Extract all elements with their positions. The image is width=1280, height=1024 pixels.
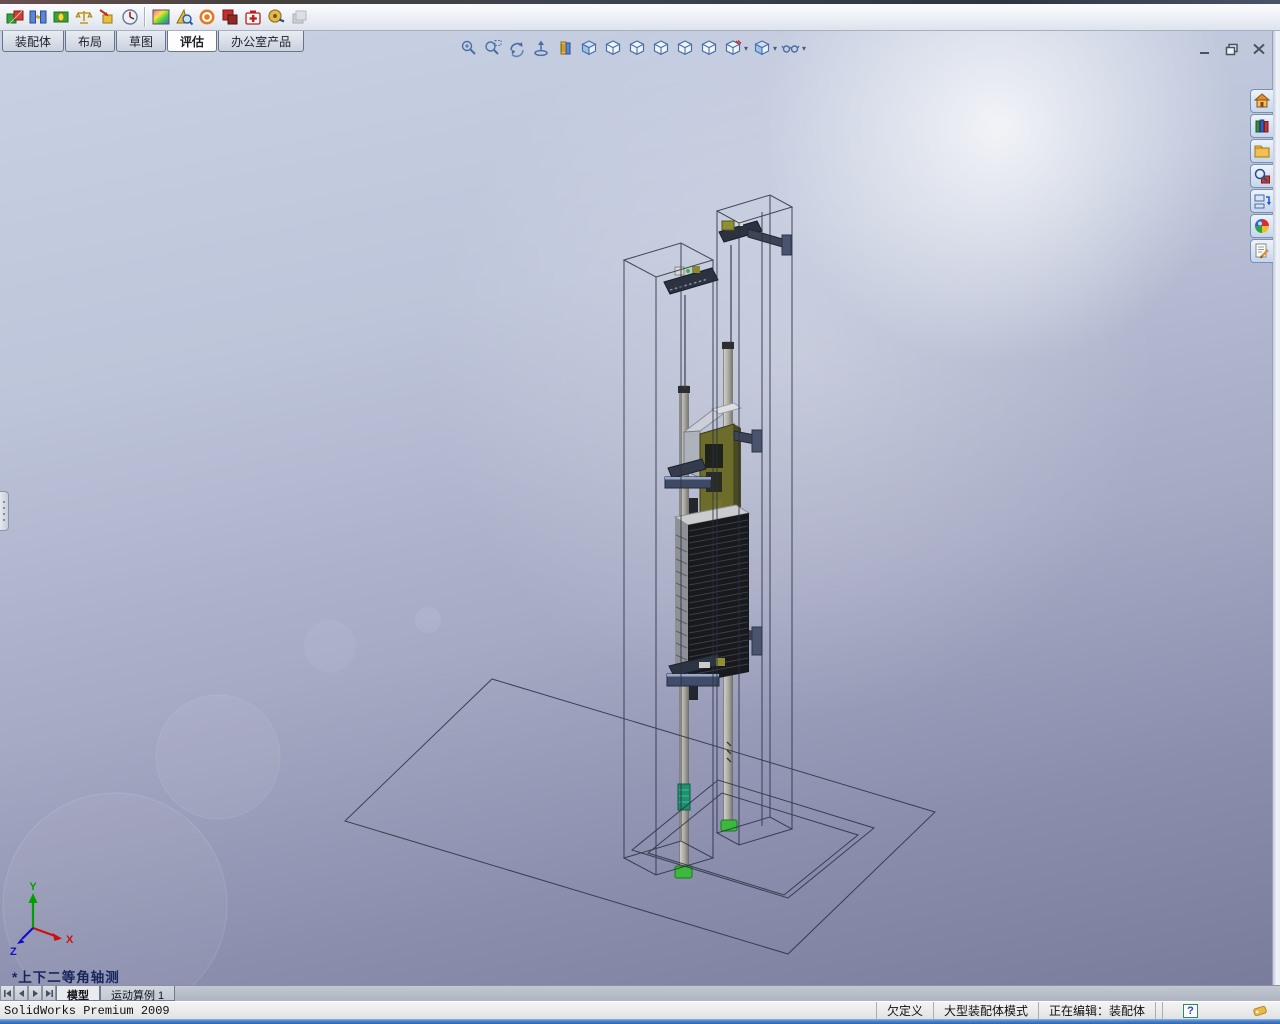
next-tab-button[interactable] <box>28 986 42 1001</box>
note-tag-icon[interactable] <box>1250 1004 1270 1018</box>
zebra-stripes-icon[interactable] <box>195 6 218 29</box>
toolbar-separator <box>144 7 146 27</box>
restore-button[interactable] <box>1223 41 1241 56</box>
zoom-to-area-icon[interactable] <box>482 37 504 59</box>
curvature-icon[interactable] <box>149 6 172 29</box>
lens-flare <box>2 607 441 985</box>
tab-layout[interactable]: 布局 <box>65 31 116 52</box>
previous-view-icon[interactable] <box>506 37 528 59</box>
mass-properties-icon[interactable] <box>95 6 118 29</box>
status-separator <box>1162 1002 1169 1019</box>
status-editing-context: 正在编辑：装配体 <box>1037 1002 1155 1019</box>
tab-assembly[interactable]: 装配体 <box>2 31 65 52</box>
view-palette-icon[interactable] <box>1250 189 1273 213</box>
back-view-icon[interactable] <box>626 37 648 59</box>
simulationxpress-icon[interactable] <box>241 6 264 29</box>
draft-analysis-icon[interactable] <box>172 6 195 29</box>
close-button[interactable] <box>1250 41 1268 56</box>
heads-up-view-toolbar: ▾ ▾ ▾ <box>458 37 807 59</box>
custom-properties-icon[interactable] <box>1250 239 1273 263</box>
search-icon[interactable] <box>1250 164 1273 188</box>
model-scene[interactable]: Y X Z *上下二等角轴测 <box>0 31 1280 985</box>
app-version-text: SolidWorks Premium 2009 <box>4 1003 170 1018</box>
document-tab-strip: 模型 运动算例 1 <box>0 985 1280 1002</box>
isometric-view-icon[interactable] <box>578 37 600 59</box>
appearances-scenes-icon[interactable] <box>1250 214 1273 238</box>
svg-text:Y: Y <box>29 881 37 893</box>
status-large-assembly-mode: 大型装配体模式 <box>932 1002 1038 1019</box>
chevron-down-icon: ▾ <box>802 43 807 53</box>
last-tab-button[interactable] <box>42 986 56 1001</box>
display-style-icon[interactable]: ▾ <box>751 37 778 59</box>
tab-model[interactable]: 模型 <box>56 986 100 1002</box>
status-definition-state: 欠定义 <box>875 1002 933 1019</box>
tab-sketch[interactable]: 草图 <box>116 31 167 52</box>
quick-tips-help-icon[interactable]: ? <box>1183 1003 1198 1018</box>
status-separator <box>1155 1002 1162 1019</box>
window-controls <box>1196 41 1268 56</box>
measure-tape-icon[interactable] <box>264 6 287 29</box>
view-orientation-label: *上下二等角轴测 <box>12 969 120 985</box>
graphics-viewport[interactable]: Y X Z *上下二等角轴测 装配体 布局 草图 评估 办公室产品 ▾ ▾ ▾ <box>0 31 1280 985</box>
left-view-icon[interactable] <box>650 37 672 59</box>
chevron-down-icon: ▾ <box>773 43 778 53</box>
front-view-icon[interactable] <box>602 37 624 59</box>
task-pane-edge[interactable] <box>1272 31 1280 985</box>
view-orientation-icon[interactable] <box>554 37 576 59</box>
interference-detection-icon[interactable] <box>3 6 26 29</box>
measure-icon[interactable] <box>72 6 95 29</box>
taskbar-edge <box>0 1019 1280 1024</box>
previous-tab-button[interactable] <box>14 986 28 1001</box>
assembly-visualization-icon[interactable] <box>218 6 241 29</box>
clearance-verification-icon[interactable] <box>26 6 49 29</box>
model-wireframe <box>344 194 936 955</box>
model-top-brackets[interactable] <box>663 220 792 295</box>
command-manager-toolbar <box>0 4 1280 31</box>
tab-office-products[interactable]: 办公室产品 <box>218 31 305 52</box>
section-view-icon[interactable] <box>530 37 552 59</box>
svg-text:Z: Z <box>10 946 17 958</box>
tab-evaluate[interactable]: 评估 <box>167 31 218 52</box>
chevron-down-icon: ▾ <box>744 43 749 53</box>
command-manager-tabs: 装配体 布局 草图 评估 办公室产品 <box>2 31 305 52</box>
dfmxpress-icon <box>287 6 310 29</box>
right-view-icon[interactable] <box>674 37 696 59</box>
file-explorer-icon[interactable] <box>1250 139 1273 163</box>
design-library-icon[interactable] <box>1250 114 1273 138</box>
solidworks-window: Y X Z *上下二等角轴测 装配体 布局 草图 评估 办公室产品 ▾ ▾ ▾ … <box>0 0 1280 1024</box>
svg-text:X: X <box>66 934 74 946</box>
minimize-button[interactable] <box>1196 41 1214 56</box>
first-tab-button[interactable] <box>0 986 14 1001</box>
hole-alignment-icon[interactable] <box>49 6 72 29</box>
zoom-to-fit-icon[interactable] <box>458 37 480 59</box>
solidworks-resources-icon[interactable] <box>1250 89 1273 113</box>
view-settings-icon[interactable]: ▾ <box>780 37 807 59</box>
task-pane-tabs <box>1250 89 1273 263</box>
section-properties-icon[interactable] <box>118 6 141 29</box>
feature-tree-handle[interactable] <box>0 491 9 531</box>
hide-show-items-icon[interactable]: ▾ <box>722 37 749 59</box>
status-bar: SolidWorks Premium 2009 欠定义 大型装配体模式 正在编辑… <box>0 1001 1280 1019</box>
tab-motion-study-1[interactable]: 运动算例 1 <box>100 986 176 1002</box>
top-view-icon[interactable] <box>698 37 720 59</box>
